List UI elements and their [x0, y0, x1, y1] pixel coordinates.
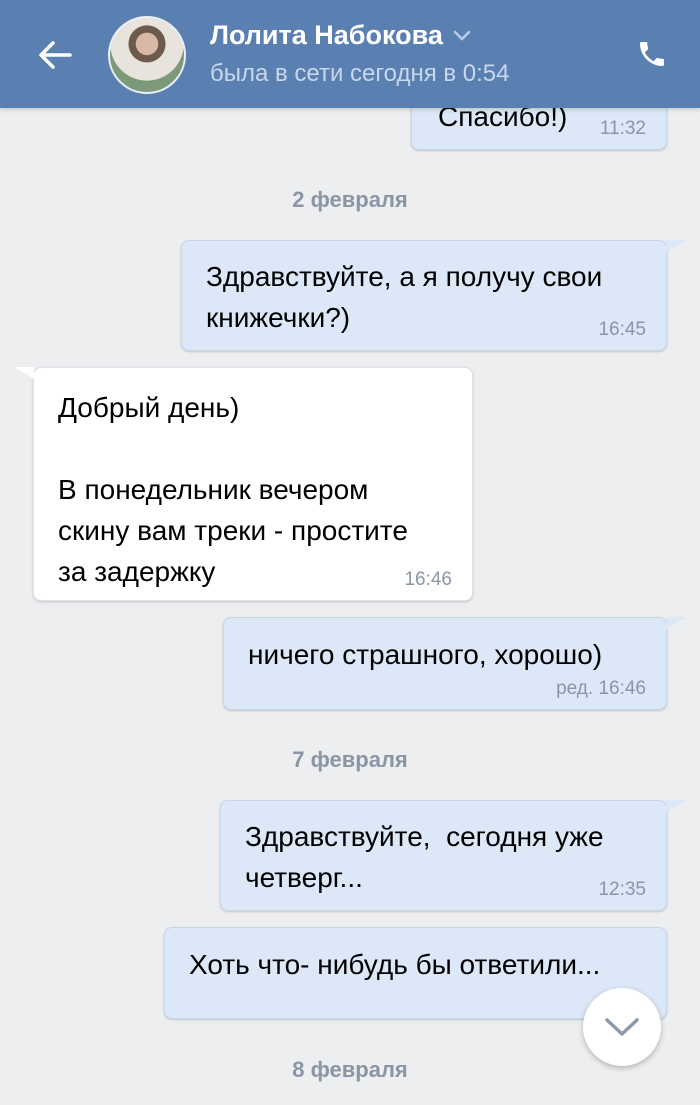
message-text: Здравствуйте, а я получу свои книжечки?)	[206, 261, 603, 333]
contact-name: Лолита Набокова	[210, 20, 443, 50]
date-separator: 2 февраля	[292, 187, 408, 212]
online-status: была в сети сегодня в 0:54	[210, 60, 510, 87]
message-outgoing[interactable]: Здравствуйте, а я получу свои книжечки?)…	[181, 240, 686, 351]
arrow-left-icon	[39, 41, 72, 69]
chat-header: Лолита Набокова была в сети сегодня в 0:…	[0, 0, 700, 108]
date-separator: 8 февраля	[292, 1057, 408, 1082]
avatar[interactable]	[108, 16, 186, 94]
bubble-tail	[666, 800, 686, 812]
message-time: 12:35	[598, 879, 646, 900]
bubble-tail	[666, 617, 686, 629]
chevron-down-icon	[605, 1018, 639, 1036]
message-outgoing[interactable]: ничего страшного, хорошо) ред. 16:46	[223, 617, 686, 710]
message-text: Здравствуйте, сегодня уже четверг...	[245, 821, 604, 893]
message-time: 16:46	[404, 569, 452, 590]
bubble-tail	[666, 240, 686, 252]
message-time: 11:32	[599, 118, 646, 139]
date-separator: 7 февраля	[292, 747, 408, 772]
message-text: ничего страшного, хорошо)	[248, 639, 603, 670]
phone-icon	[640, 42, 664, 66]
chevron-down-icon	[453, 30, 471, 41]
call-button[interactable]	[630, 32, 674, 76]
message-time: ред. 16:46	[556, 678, 646, 699]
contact-name-button[interactable]: Лолита Набокова	[210, 20, 471, 51]
message-text: Хоть что- нибудь бы ответили...	[189, 949, 601, 980]
message-outgoing[interactable]: Здравствуйте, сегодня уже четверг... 12:…	[220, 800, 686, 911]
message-time: 16:45	[598, 319, 646, 340]
message-text: Добрый день) В понедельник вечером скину…	[58, 392, 408, 587]
bubble-tail	[14, 367, 34, 379]
scroll-to-bottom-button[interactable]	[583, 988, 661, 1066]
message-incoming[interactable]: Добрый день) В понедельник вечером скину…	[14, 367, 473, 601]
back-button[interactable]	[30, 30, 80, 80]
